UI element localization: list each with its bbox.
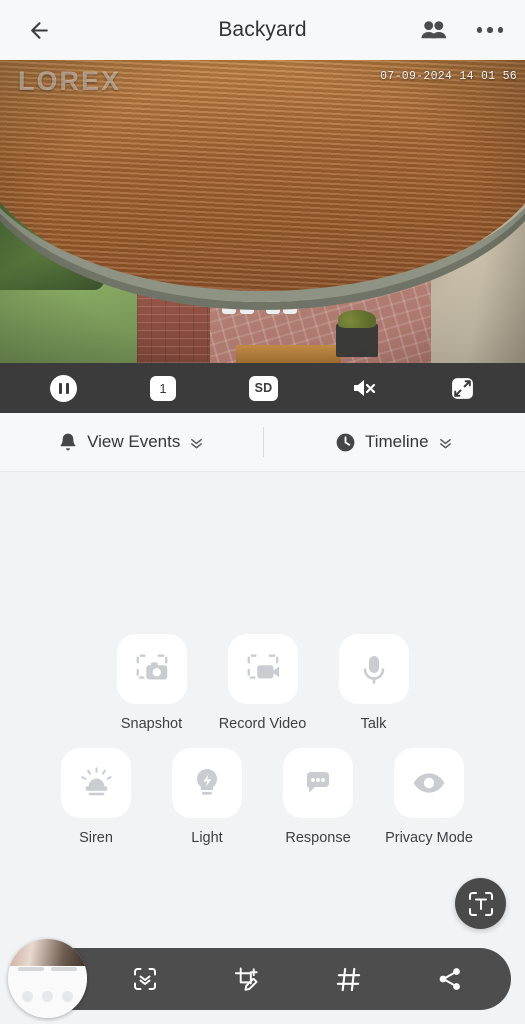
action-label: Siren <box>79 830 113 846</box>
channel-button[interactable]: 1 <box>149 375 176 401</box>
tab-label: Timeline <box>364 432 429 451</box>
chevron-double-down-icon <box>191 438 203 448</box>
action-talk[interactable]: Talk <box>328 634 420 732</box>
scene-doormat <box>236 344 342 363</box>
thumbnail-tabs <box>8 967 87 972</box>
bottom-dock <box>8 939 511 1018</box>
action-label: Light <box>191 830 223 846</box>
dock-share-button[interactable] <box>428 957 472 1001</box>
action-label: Record Video <box>218 716 307 732</box>
quality-button[interactable]: SD <box>248 375 279 401</box>
annotate-icon <box>235 966 258 991</box>
action-tile <box>338 634 409 704</box>
siren-icon <box>80 766 112 795</box>
action-privacy-mode[interactable]: Privacy Mode <box>383 748 475 846</box>
action-siren[interactable]: Siren <box>50 748 142 846</box>
screen-preview-thumbnail[interactable] <box>8 939 87 1018</box>
people-icon <box>420 21 446 39</box>
action-grid: Snapshot Record Video Talk Siren Light R… <box>0 634 525 846</box>
tab-label: View Events <box>87 432 181 451</box>
quality-label: SD <box>248 375 279 401</box>
light-bulb-icon <box>197 769 217 795</box>
player-control-bar: 1 SD <box>0 363 525 413</box>
bell-icon <box>60 433 76 450</box>
eye-icon <box>413 773 445 793</box>
dock-hashtag-button[interactable] <box>326 957 370 1001</box>
channel-label: 1 <box>149 375 176 401</box>
action-label: Snapshot <box>120 716 183 732</box>
video-scene <box>0 60 525 363</box>
header-actions <box>420 19 503 41</box>
share-icon <box>439 968 461 990</box>
action-record-video[interactable]: Record Video <box>217 634 309 732</box>
tab-timeline[interactable]: Timeline <box>263 432 525 453</box>
app-header: Backyard <box>0 0 525 60</box>
action-tile <box>116 634 187 704</box>
action-tile <box>283 748 353 818</box>
text-scan-fab[interactable] <box>455 878 506 929</box>
action-tile <box>394 748 464 818</box>
action-response[interactable]: Response <box>272 748 364 846</box>
hashtag-icon <box>336 967 361 991</box>
tab-divider <box>262 427 264 457</box>
action-snapshot[interactable]: Snapshot <box>106 634 198 732</box>
thumbnail-video-strip <box>8 939 87 966</box>
arrow-left-icon <box>30 21 48 39</box>
microphone-icon <box>363 656 384 684</box>
fullscreen-button[interactable] <box>450 376 475 401</box>
pause-icon <box>50 374 78 402</box>
more-options-icon <box>476 27 503 33</box>
action-label: Response <box>285 830 351 846</box>
action-label: Talk <box>360 716 387 732</box>
people-button[interactable] <box>420 19 447 41</box>
mute-button[interactable] <box>351 377 377 399</box>
action-row-2: Siren Light Response Privacy Mode <box>0 748 525 846</box>
action-label: Privacy Mode <box>385 830 473 846</box>
action-light[interactable]: Light <box>161 748 253 846</box>
action-tile <box>227 634 298 704</box>
fullscreen-icon <box>451 377 473 399</box>
dock-scan-button[interactable] <box>123 957 167 1001</box>
scene-planter <box>336 309 378 357</box>
dock-annotate-button[interactable] <box>225 957 269 1001</box>
record-video-icon <box>247 654 279 679</box>
camera-video-feed[interactable]: LOREX 07-09-2024 14 01 56 <box>0 60 525 363</box>
tab-bar: View Events Timeline <box>0 413 525 472</box>
clock-icon <box>336 433 355 451</box>
pause-button[interactable] <box>50 374 78 402</box>
more-options-button[interactable] <box>476 27 503 33</box>
action-tile <box>61 748 131 818</box>
chevron-double-down-icon <box>439 438 451 448</box>
response-bubble-icon <box>307 772 329 793</box>
text-scan-icon <box>468 891 493 916</box>
back-button[interactable] <box>22 13 56 47</box>
action-row-1: Snapshot Record Video Talk <box>0 634 525 732</box>
thumbnail-actions <box>8 991 87 1003</box>
scene-ceiling-edge <box>0 60 525 303</box>
tab-view-events[interactable]: View Events <box>0 432 263 453</box>
snapshot-icon <box>136 654 167 680</box>
mute-icon <box>351 377 377 399</box>
scan-chevron-icon <box>133 968 156 990</box>
action-tile <box>172 748 242 818</box>
